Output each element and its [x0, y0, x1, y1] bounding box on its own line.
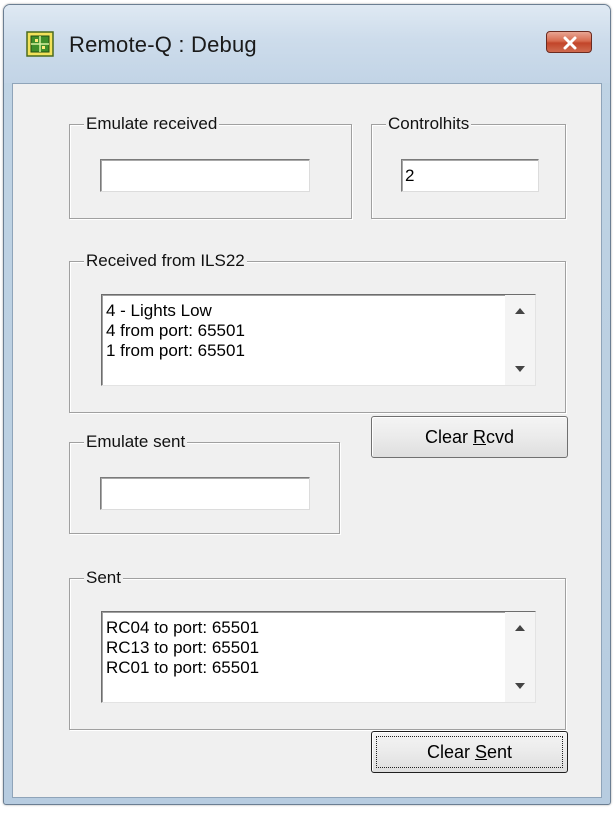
title-bar[interactable]: Remote-Q : Debug [4, 5, 610, 83]
list-item[interactable]: RC04 to port: 65501 [106, 618, 501, 638]
debug-window: Remote-Q : Debug Emulate received Contro… [3, 4, 611, 805]
list-item[interactable]: 1 from port: 65501 [106, 341, 501, 361]
sent-list: RC04 to port: 65501 RC13 to port: 65501 … [106, 618, 501, 678]
received-scrollbar[interactable] [505, 295, 535, 385]
emulate-received-input[interactable] [100, 159, 310, 192]
list-item[interactable]: RC13 to port: 65501 [106, 638, 501, 658]
emulate-received-group: Emulate received [69, 113, 352, 219]
scroll-up-button[interactable] [505, 616, 535, 640]
scroll-down-button[interactable] [505, 674, 535, 698]
received-listbox[interactable]: 4 - Lights Low 4 from port: 65501 1 from… [101, 294, 536, 386]
emulate-received-label: Emulate received [84, 113, 220, 135]
scroll-down-arrow-icon [515, 683, 525, 689]
app-icon[interactable] [26, 31, 54, 57]
list-item[interactable]: 4 - Lights Low [106, 301, 501, 321]
received-label: Received from ILS22 [84, 250, 247, 272]
scroll-down-button[interactable] [505, 357, 535, 381]
window-title: Remote-Q : Debug [69, 32, 257, 57]
controlhits-label: Controlhits [386, 113, 472, 135]
scroll-up-button[interactable] [505, 299, 535, 323]
emulate-sent-group: Emulate sent [69, 431, 340, 534]
emulate-sent-label: Emulate sent [84, 431, 188, 453]
received-group: Received from ILS22 4 - Lights Low 4 fro… [69, 250, 566, 413]
controlhits-input[interactable] [401, 159, 539, 192]
sent-listbox[interactable]: RC04 to port: 65501 RC13 to port: 65501 … [101, 611, 536, 703]
scroll-up-arrow-icon [515, 625, 525, 631]
clear-rcvd-label: Clear Rcvd [424, 426, 515, 447]
list-item[interactable]: 4 from port: 65501 [106, 321, 501, 341]
close-button[interactable] [546, 31, 592, 53]
clear-sent-button[interactable]: Clear Sent [371, 731, 568, 773]
sent-scrollbar[interactable] [505, 612, 535, 702]
scroll-up-arrow-icon [515, 308, 525, 314]
list-item[interactable]: RC01 to port: 65501 [106, 658, 501, 678]
received-list: 4 - Lights Low 4 from port: 65501 1 from… [106, 301, 501, 361]
emulate-sent-input[interactable] [100, 477, 310, 510]
sent-label: Sent [84, 567, 123, 589]
close-icon [563, 36, 577, 50]
clear-sent-label: Clear Sent [426, 741, 513, 762]
sent-group: Sent RC04 to port: 65501 RC13 to port: 6… [69, 567, 566, 730]
scroll-down-arrow-icon [515, 366, 525, 372]
dialog-client-area: Emulate received Controlhits Received fr… [12, 83, 602, 798]
clear-rcvd-button[interactable]: Clear Rcvd [371, 416, 568, 458]
controlhits-group: Controlhits [371, 113, 566, 219]
